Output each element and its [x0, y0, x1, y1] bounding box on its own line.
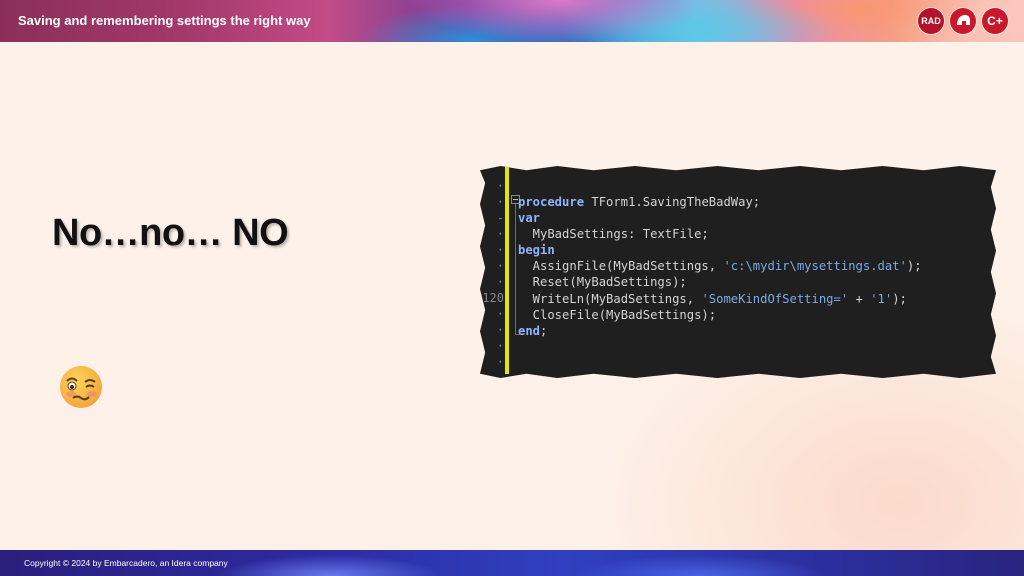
slide-body: No…no… NO · · - · · · · 120 · · · · proc…: [0, 42, 1024, 550]
code-line: end;: [518, 323, 548, 338]
slide-title: Saving and remembering settings the righ…: [18, 13, 311, 28]
code-line: AssignFile(MyBadSettings, 'c:\mydir\myse…: [518, 259, 922, 274]
code-line: WriteLn(MyBadSettings, 'SomeKindOfSettin…: [518, 291, 907, 306]
code-line: CloseFile(MyBadSettings);: [518, 307, 717, 322]
line-number-120: 120: [482, 291, 504, 305]
fold-guide-line: [515, 204, 516, 334]
line-number-gutter: · · - · · · · 120 · · · ·: [480, 166, 504, 378]
helmet-icon: [957, 15, 970, 25]
code-line: Reset(MyBadSettings);: [518, 275, 687, 290]
code-line: procedure TForm1.SavingTheBadWay;: [518, 195, 761, 209]
code-line: begin: [518, 243, 555, 258]
rad-studio-logo-icon: RAD: [918, 8, 944, 34]
slide-footer: Copyright © 2024 by Embarcadero, an Ider…: [0, 550, 1024, 576]
modified-lines-bar: [505, 166, 509, 374]
slide-heading: No…no… NO: [52, 212, 289, 254]
delphi-helmet-logo-icon: [950, 8, 976, 34]
cpp-builder-logo-icon: C+: [982, 8, 1008, 34]
slide-header-banner: Saving and remembering settings the righ…: [0, 0, 1024, 42]
product-logos: RAD C+: [918, 8, 1008, 34]
code-line: MyBadSettings: TextFile;: [518, 227, 709, 242]
code-screenshot-panel: · · - · · · · 120 · · · · procedure TFor…: [480, 166, 996, 378]
woozy-face-emoji-icon: [60, 366, 102, 408]
code-line: var: [518, 211, 541, 226]
code-block: procedure TForm1.SavingTheBadWay; var My…: [518, 194, 922, 339]
copyright-text: Copyright © 2024 by Embarcadero, an Ider…: [24, 558, 228, 568]
